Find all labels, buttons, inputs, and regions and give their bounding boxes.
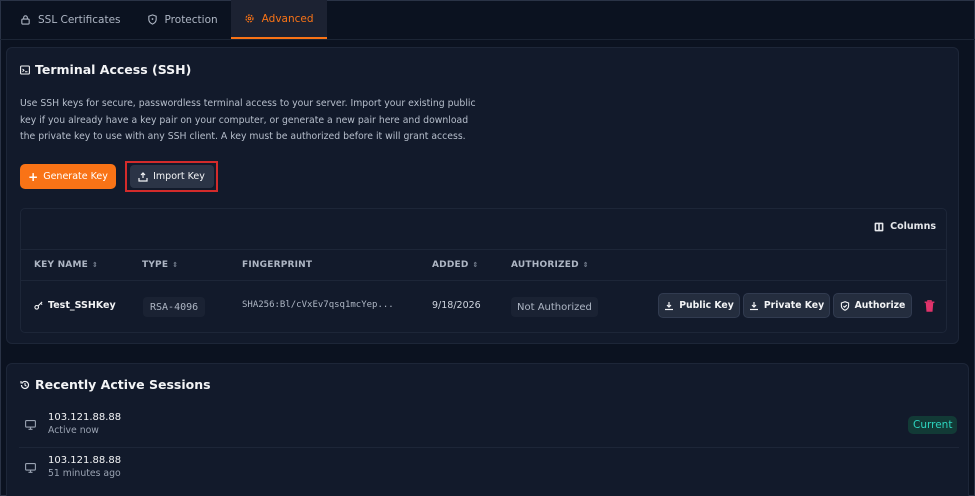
- ssh-keys-table: Columns KEY NAME ⇕ TYPE ⇕ FINGERPRINT ADDE…: [20, 208, 947, 333]
- terminal-icon: [20, 64, 30, 75]
- key-name-cell: Test_SSHKey: [34, 300, 116, 311]
- header-label: KEY NAME: [34, 260, 88, 270]
- key-name-text: Test_SSHKey: [48, 300, 116, 311]
- history-icon: [20, 380, 30, 389]
- sort-icon: ⇕: [91, 261, 99, 269]
- tab-ssl-certificates[interactable]: SSL Certificates: [7, 0, 134, 39]
- monitor-icon: [25, 463, 36, 473]
- plus-icon: +: [28, 169, 39, 184]
- columns-button[interactable]: Columns: [874, 221, 936, 232]
- key-type-badge: RSA-4096: [143, 297, 206, 317]
- columns-icon: [874, 222, 884, 231]
- monitor-icon: [25, 420, 36, 430]
- import-key-highlight: Import Key: [125, 161, 218, 192]
- sessions-card: Recently Active Sessions 103.121.88.88 A…: [6, 363, 969, 496]
- table-header: KEY NAME ⇕ TYPE ⇕ FINGERPRINT ADDED ⇕ AUTHO…: [21, 249, 946, 281]
- import-key-label: Import Key: [153, 171, 205, 182]
- ssh-card-title: Terminal Access (SSH): [20, 62, 191, 77]
- header-label: ADDED: [432, 260, 469, 270]
- generate-key-label: Generate Key: [43, 171, 108, 182]
- key-icon: [34, 301, 43, 310]
- tab-label: Protection: [164, 13, 218, 26]
- ssh-title-text: Terminal Access (SSH): [35, 62, 192, 77]
- lock-icon: [21, 15, 30, 25]
- session-status: Active now: [48, 425, 99, 436]
- header-added[interactable]: ADDED ⇕: [432, 260, 479, 270]
- tab-label: Advanced: [261, 12, 314, 25]
- ssh-description: Use SSH keys for secure, passwordless te…: [20, 98, 476, 142]
- authorize-label: Authorize: [854, 300, 906, 311]
- session-item: 103.121.88.88 Active now Current: [7, 407, 968, 445]
- session-ip: 103.121.88.88: [48, 412, 122, 423]
- header-fingerprint: FINGERPRINT: [242, 260, 312, 270]
- trash-icon[interactable]: [923, 299, 936, 313]
- private-key-download-button[interactable]: Private Key: [743, 293, 830, 318]
- tab-bar: SSL Certificates Protection Advanced: [0, 0, 975, 40]
- shield-icon: [147, 14, 157, 25]
- header-label: TYPE: [142, 260, 169, 270]
- header-key-name[interactable]: KEY NAME ⇕: [34, 260, 98, 270]
- added-cell: 9/18/2026: [432, 300, 481, 311]
- download-icon: [665, 301, 674, 310]
- public-key-label: Public Key: [679, 300, 734, 311]
- session-item: 103.121.88.88 51 minutes ago: [7, 450, 968, 488]
- sort-icon: ⇕: [582, 261, 589, 269]
- public-key-download-button[interactable]: Public Key: [658, 293, 740, 318]
- tab-advanced[interactable]: Advanced: [230, 0, 327, 39]
- header-label: FINGERPRINT: [242, 260, 313, 270]
- shield-check-icon: [840, 300, 849, 311]
- authorize-button[interactable]: Authorize: [833, 293, 912, 318]
- tab-label: SSL Certificates: [38, 13, 121, 26]
- sessions-card-title: Recently Active Sessions: [20, 377, 211, 392]
- header-type[interactable]: TYPE ⇕: [142, 260, 178, 270]
- current-session-badge: Current: [908, 416, 958, 434]
- header-label: AUTHORIZED: [511, 260, 579, 270]
- fingerprint-cell: SHA256:Bl/cVxEv7qsq1mcYep...: [242, 300, 394, 310]
- sessions-title-text: Recently Active Sessions: [35, 377, 211, 392]
- session-status: 51 minutes ago: [48, 468, 121, 479]
- authorized-status-badge: Not Authorized: [511, 297, 598, 317]
- private-key-label: Private Key: [763, 300, 825, 311]
- gear-icon: [245, 14, 254, 23]
- divider: [19, 447, 959, 448]
- upload-icon: [138, 171, 148, 182]
- columns-label: Columns: [890, 221, 936, 232]
- ssh-access-card: Terminal Access (SSH) Use SSH keys for s…: [6, 47, 959, 344]
- generate-key-button[interactable]: + Generate Key: [20, 164, 116, 189]
- import-key-button[interactable]: Import Key: [129, 165, 214, 188]
- sort-icon: ⇕: [472, 261, 479, 269]
- sort-icon: ⇕: [172, 261, 179, 269]
- download-icon: [749, 301, 758, 310]
- tab-protection[interactable]: Protection: [134, 0, 231, 39]
- header-authorized[interactable]: AUTHORIZED ⇕: [511, 260, 589, 270]
- table-row: Test_SSHKey RSA-4096 SHA256:Bl/cVxEv7qsq…: [21, 281, 946, 333]
- session-ip: 103.121.88.88: [48, 455, 122, 466]
